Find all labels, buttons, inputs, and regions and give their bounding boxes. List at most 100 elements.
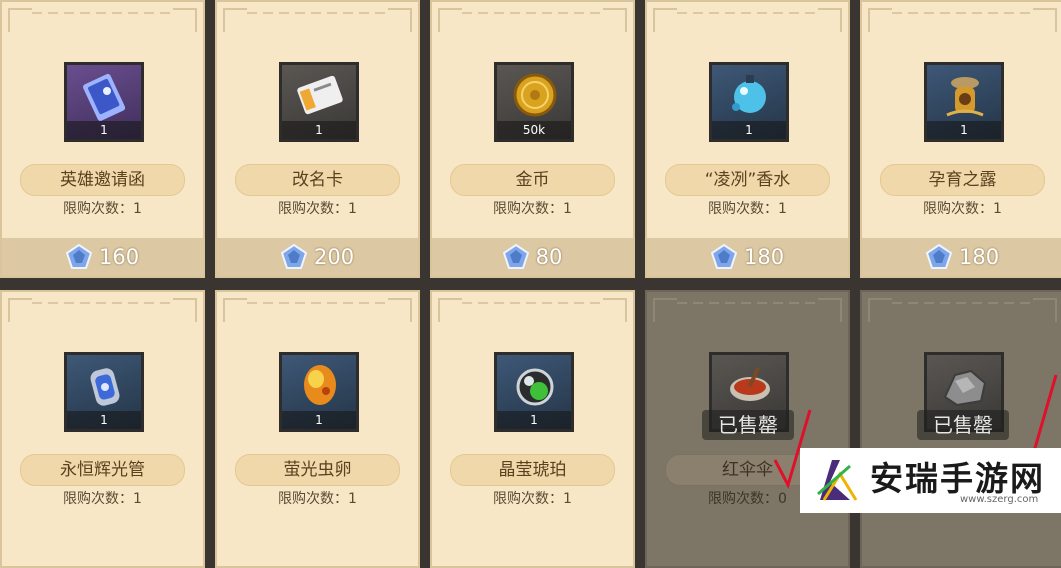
top-ornament bbox=[677, 302, 818, 304]
crystal-currency-icon bbox=[925, 244, 952, 269]
item-name: 永恒辉光管 bbox=[20, 454, 185, 486]
corner-ornament bbox=[173, 298, 197, 322]
item-quantity: 1 bbox=[927, 121, 1001, 139]
item-icon-frame: 1 bbox=[279, 352, 359, 432]
corner-ornament bbox=[818, 8, 842, 32]
corner-ornament bbox=[223, 8, 247, 32]
corner-ornament bbox=[438, 298, 462, 322]
corner-ornament bbox=[388, 298, 412, 322]
crystal-currency-icon bbox=[280, 244, 307, 269]
watermark-logo-icon bbox=[817, 460, 858, 501]
item-quantity: 1 bbox=[67, 411, 141, 429]
item-name: 孕育之露 bbox=[880, 164, 1045, 196]
watermark-url: www.szerg.com bbox=[960, 494, 1039, 505]
crystal-currency-icon bbox=[65, 244, 92, 269]
firefly-egg-icon bbox=[304, 365, 336, 405]
rename-card-icon bbox=[297, 75, 343, 115]
corner-ornament bbox=[223, 298, 247, 322]
item-price: 180 bbox=[959, 245, 1000, 269]
shop-item-card[interactable]: 50k 金币 限购次数：1 80 bbox=[430, 0, 635, 278]
purchase-limit: 限购次数：1 bbox=[493, 491, 572, 507]
purchase-limit: 限购次数：1 bbox=[923, 201, 1002, 217]
shop-item-card[interactable]: 1 萤光虫卵 限购次数：1 bbox=[215, 290, 420, 568]
ore-icon bbox=[943, 369, 987, 407]
price-bar[interactable]: 160 bbox=[2, 238, 203, 276]
top-ornament bbox=[892, 302, 1033, 304]
corner-ornament bbox=[8, 298, 32, 322]
purchase-limit: 限购次数：1 bbox=[278, 491, 357, 507]
top-ornament bbox=[32, 302, 173, 304]
top-ornament bbox=[892, 12, 1033, 14]
item-name: 改名卡 bbox=[235, 164, 400, 196]
corner-ornament bbox=[438, 8, 462, 32]
shop-item-card-sold-out: 已售罄 bbox=[860, 290, 1061, 568]
sold-out-label: 已售罄 bbox=[917, 410, 1009, 440]
top-ornament bbox=[462, 12, 603, 14]
purchase-limit: 限购次数：1 bbox=[493, 201, 572, 217]
top-ornament bbox=[247, 302, 388, 304]
corner-ornament bbox=[818, 298, 842, 322]
shop-item-card[interactable]: 1 永恒辉光管 限购次数：1 bbox=[0, 290, 205, 568]
sold-out-label: 已售罄 bbox=[702, 410, 794, 440]
glow-tube-icon bbox=[90, 368, 120, 406]
shop-grid: 1 英雄邀请函 限购次数：1 160 1 改名卡 限购次数：1 200 50k … bbox=[0, 0, 1061, 568]
shop-item-card[interactable]: 1 “凌冽”香水 限购次数：1 180 bbox=[645, 0, 850, 278]
watermark-title: 安瑞手游网 bbox=[870, 459, 1045, 498]
perfume-icon bbox=[732, 75, 766, 113]
price-bar[interactable]: 200 bbox=[217, 238, 418, 276]
item-icon-frame: 1 bbox=[924, 62, 1004, 142]
purchase-limit: 限购次数：1 bbox=[63, 491, 142, 507]
corner-ornament bbox=[868, 298, 892, 322]
corner-ornament bbox=[653, 298, 677, 322]
item-icon-frame: 1 bbox=[709, 62, 789, 142]
top-ornament bbox=[247, 12, 388, 14]
crystal-currency-icon bbox=[502, 244, 529, 269]
item-quantity: 1 bbox=[282, 411, 356, 429]
red-soup-icon bbox=[730, 367, 770, 401]
hero-invitation-icon bbox=[83, 73, 126, 121]
purchase-limit: 限购次数：1 bbox=[708, 201, 787, 217]
item-quantity: 50k bbox=[497, 121, 571, 139]
purchase-limit: 限购次数：1 bbox=[63, 201, 142, 217]
item-icon-frame: 1 bbox=[64, 352, 144, 432]
corner-ornament bbox=[603, 8, 627, 32]
corner-ornament bbox=[8, 8, 32, 32]
item-icon-frame: 50k bbox=[494, 62, 574, 142]
item-price: 80 bbox=[535, 245, 563, 269]
item-icon-frame: 1 bbox=[494, 352, 574, 432]
crystal-currency-icon bbox=[710, 244, 737, 269]
item-name: “凌冽”香水 bbox=[665, 164, 830, 196]
item-name: 萤光虫卵 bbox=[235, 454, 400, 486]
item-name: 晶莹琥珀 bbox=[450, 454, 615, 486]
price-bar[interactable]: 80 bbox=[432, 238, 633, 276]
price-bar[interactable]: 180 bbox=[862, 238, 1061, 276]
shop-item-card-sold-out: 已售罄 红伞伞 限购次数：0 bbox=[645, 290, 850, 568]
top-ornament bbox=[677, 12, 818, 14]
site-watermark: 安瑞手游网 www.szerg.com bbox=[800, 448, 1061, 513]
shop-item-card[interactable]: 1 孕育之露 限购次数：1 180 bbox=[860, 0, 1061, 278]
item-price: 160 bbox=[99, 245, 140, 269]
corner-ornament bbox=[1033, 298, 1057, 322]
top-ornament bbox=[32, 12, 173, 14]
item-icon-frame: 1 bbox=[64, 62, 144, 142]
corner-ornament bbox=[868, 8, 892, 32]
item-quantity: 1 bbox=[67, 121, 141, 139]
price-bar[interactable]: 180 bbox=[647, 238, 848, 276]
shop-item-card[interactable]: 1 晶莹琥珀 限购次数：1 bbox=[430, 290, 635, 568]
purchase-limit: 限购次数：1 bbox=[278, 201, 357, 217]
corner-ornament bbox=[653, 8, 677, 32]
item-name: 金币 bbox=[450, 164, 615, 196]
amber-icon bbox=[516, 368, 554, 406]
item-quantity: 1 bbox=[712, 121, 786, 139]
shop-item-card[interactable]: 1 改名卡 限购次数：1 200 bbox=[215, 0, 420, 278]
corner-ornament bbox=[1033, 8, 1057, 32]
corner-ornament bbox=[173, 8, 197, 32]
item-name: 英雄邀请函 bbox=[20, 164, 185, 196]
dew-icon bbox=[946, 77, 984, 117]
item-price: 180 bbox=[744, 245, 785, 269]
item-icon-frame: 1 bbox=[279, 62, 359, 142]
gold-coin-icon bbox=[513, 73, 557, 117]
corner-ornament bbox=[603, 298, 627, 322]
shop-item-card[interactable]: 1 英雄邀请函 限购次数：1 160 bbox=[0, 0, 205, 278]
top-ornament bbox=[462, 302, 603, 304]
